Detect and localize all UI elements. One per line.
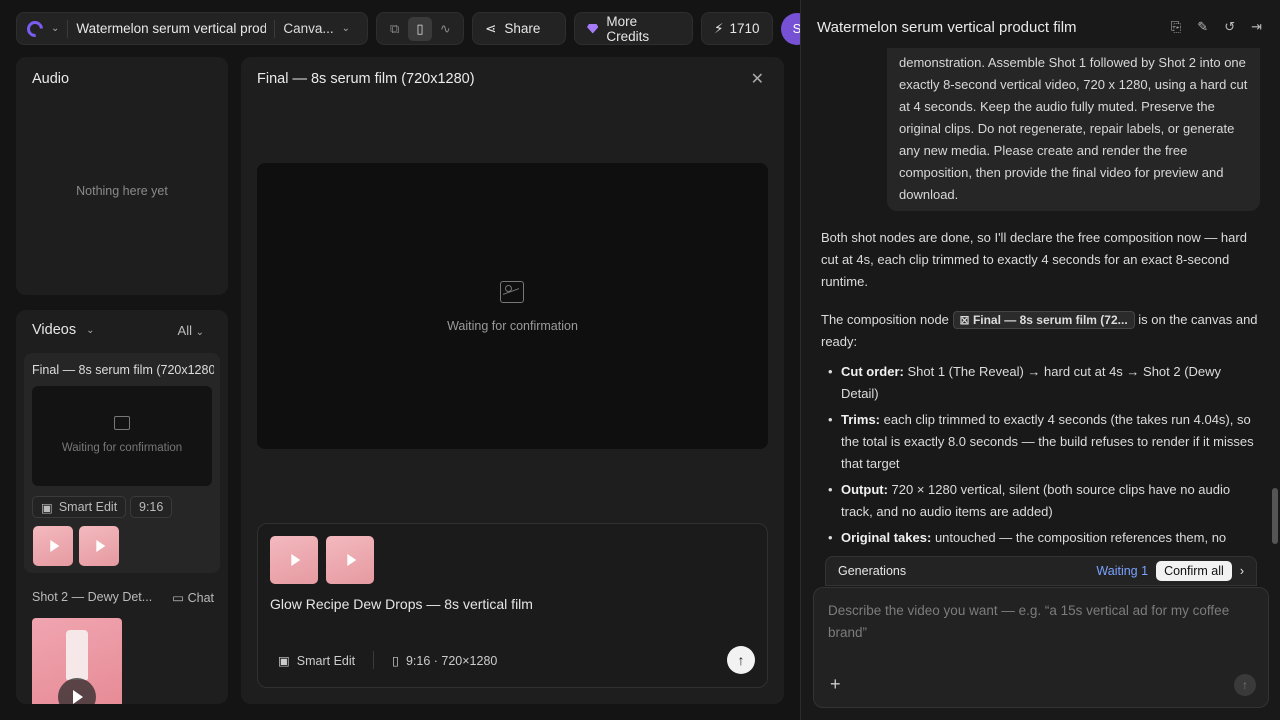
list-item: Cut order: Shot 1 (The Reveal) → hard cu… [821, 361, 1261, 405]
composition-card: Glow Recipe Dew Drops — 8s vertical film… [257, 523, 768, 688]
credit-balance[interactable]: ⚡ 1710 [701, 12, 773, 45]
preview-title: Final — 8s serum film (720x1280) [257, 71, 475, 87]
shot2-chat-button[interactable]: ▭ Chat [172, 590, 214, 605]
shot2-title[interactable]: Shot 2 — Dewy Det... [32, 590, 152, 605]
lightning-icon: ⚡ [714, 20, 724, 36]
clapperboard-icon [114, 416, 130, 430]
shot2-row: Shot 2 — Dewy Det... ▭ Chat [32, 590, 214, 605]
clapperboard-icon: ▣ [278, 653, 290, 668]
clip-thumbnail[interactable] [79, 526, 119, 566]
clipboard-icon[interactable]: ⎘ [1171, 19, 1181, 35]
gem-icon [587, 23, 599, 34]
clip-thumbnail[interactable] [33, 526, 73, 566]
collapse-icon[interactable]: ⇥ [1251, 19, 1262, 35]
phone-icon: ▯ [392, 653, 400, 668]
audio-empty-state: Nothing here yet [76, 184, 168, 198]
edit-icon[interactable]: ✎ [1197, 19, 1208, 35]
project-switcher[interactable]: ⌄ Watermelon serum vertical product film… [16, 12, 368, 45]
waiting-count: Waiting 1 [1096, 564, 1149, 578]
project-title[interactable]: Watermelon serum vertical product film [76, 21, 266, 36]
chat-header-title: Watermelon serum vertical product film [817, 19, 1077, 36]
add-icon[interactable]: + [830, 674, 841, 695]
play-icon[interactable] [58, 678, 96, 704]
clip-thumbnail[interactable] [326, 536, 374, 584]
send-button[interactable]: ↑ [727, 646, 755, 674]
chat-input[interactable]: Describe the video you want — e.g. “a 15… [813, 587, 1269, 708]
more-credits-button[interactable]: More Credits [574, 12, 693, 45]
user-message: demonstration. Assemble Shot 1 followed … [887, 48, 1260, 211]
format-button[interactable]: ▯ 9:16 · 720×1280 [392, 653, 497, 668]
top-bar: ⌄ Watermelon serum vertical product film… [16, 12, 813, 45]
chat-input-placeholder: Describe the video you want — e.g. “a 15… [828, 603, 1230, 640]
chevron-right-icon[interactable]: › [1240, 564, 1244, 578]
audio-panel: Audio Nothing here yet [16, 57, 228, 295]
share-button[interactable]: ⋖ Share [472, 12, 566, 45]
composition-title: Glow Recipe Dew Drops — 8s vertical film [270, 596, 533, 612]
chat-header-tools: ⎘ ✎ ↺ ⇥ [1171, 19, 1262, 35]
clip-thumbnail[interactable] [270, 536, 318, 584]
chat-panel: Watermelon serum vertical product film ⎘… [800, 0, 1280, 720]
preview-waiting: Waiting for confirmation [447, 319, 578, 333]
video-card-title: Final — 8s serum film (720x1280) [32, 363, 214, 377]
canvas-dropdown[interactable]: Canva... [283, 21, 333, 36]
clapperboard-icon: ▣ [41, 500, 53, 515]
video-card-waiting: Waiting for confirmation [61, 442, 183, 454]
list-item: Output: 720 × 1280 vertical, silent (bot… [821, 479, 1261, 523]
list-item: Trims: each clip trimmed to exactly 4 se… [821, 409, 1261, 475]
composition-toolbar: ▣ Smart Edit ▯ 9:16 · 720×1280 [278, 651, 497, 669]
smart-edit-chip[interactable]: ▣ Smart Edit [32, 496, 127, 518]
videos-filter[interactable]: All ⌄ [178, 323, 204, 338]
history-icon[interactable]: ↺ [1224, 19, 1235, 35]
videos-header[interactable]: Videos ⌄ [32, 322, 94, 338]
generations-bar: Generations Waiting 1 Confirm all › [825, 556, 1257, 586]
share-icon: ⋖ [485, 20, 497, 36]
video-card-preview[interactable]: Waiting for confirmation [32, 386, 212, 486]
chat-icon: ▭ [172, 591, 185, 605]
image-icon [500, 281, 524, 303]
confirm-all-button[interactable]: Confirm all [1156, 561, 1232, 581]
videos-panel: Videos ⌄ All ⌄ Final — 8s serum film (72… [16, 310, 228, 704]
close-icon[interactable]: ✕ [751, 69, 764, 89]
split-view-icon[interactable]: ▯ [408, 16, 432, 41]
scrollbar[interactable] [1272, 488, 1278, 544]
audio-title: Audio [32, 71, 70, 87]
assistant-bullets: Cut order: Shot 1 (The Reveal) → hard cu… [821, 361, 1261, 553]
chevron-down-icon[interactable]: ⌄ [342, 23, 350, 34]
video-preview[interactable]: Waiting for confirmation [257, 163, 768, 449]
node-view-icon[interactable]: ⧉ [383, 17, 406, 41]
assistant-paragraph: The composition node ⊠ Final — 8s serum … [821, 311, 1258, 349]
assistant-paragraph: Both shot nodes are done, so I'll declar… [821, 230, 1247, 289]
ratio-chip: 9:16 [130, 496, 173, 518]
chevron-down-icon[interactable]: ⌄ [86, 325, 94, 336]
preview-panel: Final — 8s serum film (720x1280) ✕ Waiti… [241, 57, 784, 704]
activity-icon[interactable]: ∿ [434, 17, 457, 41]
smart-edit-button[interactable]: ▣ Smart Edit [278, 653, 355, 668]
chevron-down-icon[interactable]: ⌄ [51, 23, 59, 34]
send-button[interactable]: ↑ [1234, 674, 1256, 696]
view-switcher: ⧉ ▯ ∿ [376, 12, 464, 45]
generations-label: Generations [838, 564, 907, 578]
app-logo-icon [23, 17, 47, 40]
list-item: Original takes: untouched — the composit… [821, 527, 1261, 549]
shot2-thumbnail[interactable] [32, 618, 122, 704]
composition-node-chip[interactable]: ⊠ Final — 8s serum film (72... [952, 311, 1135, 329]
video-card-final[interactable]: Final — 8s serum film (720x1280) Waiting… [24, 353, 220, 573]
